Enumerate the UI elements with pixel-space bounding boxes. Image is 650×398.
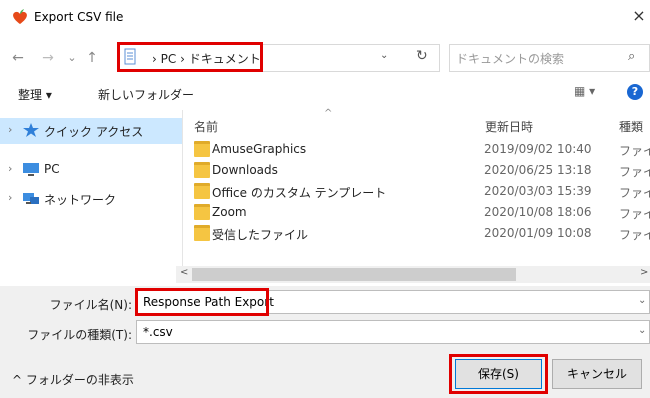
file-type: ファイル	[619, 186, 650, 200]
file-name: Zoom	[212, 205, 247, 219]
forward-button[interactable]: →	[40, 50, 56, 66]
file-name: AmuseGraphics	[212, 142, 307, 156]
sidebar-item-quick-access[interactable]: › クイック アクセス	[0, 118, 182, 144]
file-date: 2020/01/09 10:08	[484, 226, 592, 240]
file-row[interactable]: 受信したファイル 2020/01/09 10:08 ファイル	[188, 222, 650, 245]
column-header-type[interactable]: 種類	[619, 118, 650, 135]
sidebar-item-network[interactable]: › ネットワーク	[0, 186, 182, 212]
column-header-date[interactable]: 更新日時	[485, 118, 533, 135]
folder-icon	[194, 225, 210, 241]
file-row[interactable]: Zoom 2020/10/08 18:06 ファイル	[188, 201, 650, 224]
file-date: 2020/03/03 15:39	[484, 184, 592, 198]
chevron-right-icon[interactable]: ›	[8, 123, 12, 136]
sidebar-item-label: クイック アクセス	[44, 125, 144, 139]
organize-button[interactable]: 整理 ▾	[18, 86, 52, 103]
file-date: 2020/10/08 18:06	[484, 205, 592, 219]
file-name: Office のカスタム テンプレート	[212, 186, 387, 200]
folder-icon	[194, 141, 210, 157]
app-icon	[13, 9, 27, 24]
chevron-right-icon[interactable]: ›	[8, 191, 12, 204]
help-icon[interactable]: ?	[627, 84, 643, 100]
cancel-button[interactable]: キャンセル	[552, 359, 642, 389]
file-row[interactable]: Downloads 2020/06/25 13:18 ファイル	[188, 159, 650, 182]
file-date: 2019/09/02 10:40	[484, 142, 592, 156]
sidebar-item-pc[interactable]: › PC	[0, 157, 182, 183]
file-name: Downloads	[212, 163, 278, 177]
folder-icon	[194, 162, 210, 178]
file-date: 2020/06/25 13:18	[484, 163, 592, 177]
hide-folders-toggle[interactable]: ^ フォルダーの非表示	[12, 371, 134, 388]
recent-locations-button[interactable]: ⌄	[64, 50, 80, 66]
file-row[interactable]: AmuseGraphics 2019/09/02 10:40 ファイル	[188, 138, 650, 161]
scroll-left-icon[interactable]: <	[180, 267, 188, 278]
file-name: 受信したファイル	[212, 228, 309, 242]
file-type: ファイル	[619, 144, 650, 158]
folder-icon	[194, 204, 210, 220]
folder-icon	[194, 183, 210, 199]
filename-label: ファイル名(N):	[49, 298, 132, 312]
new-folder-button[interactable]: 新しいフォルダー	[98, 86, 194, 103]
window-title: Export CSV file	[34, 10, 124, 24]
network-icon	[23, 193, 39, 204]
sidebar-item-label: PC	[44, 162, 60, 176]
chevron-down-icon[interactable]: ⌄	[638, 325, 646, 336]
save-highlight-box	[449, 354, 548, 394]
pane-divider[interactable]	[182, 110, 183, 270]
star-icon	[23, 123, 39, 137]
file-type: ファイル	[619, 228, 650, 242]
scroll-right-icon[interactable]: >	[640, 267, 648, 278]
filetype-label: ファイルの種類(T):	[27, 328, 132, 342]
search-placeholder: ドキュメントの検索	[456, 52, 565, 66]
file-type: ファイル	[619, 165, 650, 179]
pc-icon	[23, 163, 39, 176]
address-dropdown-icon[interactable]: ⌄	[380, 50, 388, 61]
address-highlight-box	[117, 42, 263, 72]
back-button[interactable]: ←	[10, 50, 26, 66]
close-button[interactable]: ×	[630, 6, 648, 26]
search-icon[interactable]: ⌕	[628, 49, 635, 64]
sidebar-item-label: ネットワーク	[44, 193, 117, 207]
refresh-icon[interactable]: ↻	[416, 48, 428, 64]
chevron-right-icon[interactable]: ›	[8, 162, 12, 175]
file-type: ファイル	[619, 207, 650, 221]
scrollbar-thumb[interactable]	[192, 268, 516, 281]
sort-ascending-icon: ^	[324, 108, 333, 119]
filename-highlight-box	[135, 288, 269, 316]
filetype-value[interactable]: *.csv	[143, 325, 173, 339]
filetype-select[interactable]	[136, 320, 650, 344]
column-header-name[interactable]: 名前	[194, 118, 218, 135]
chevron-down-icon[interactable]: ⌄	[638, 295, 646, 306]
up-button[interactable]: ↑	[84, 50, 100, 66]
view-options-icon[interactable]: ▦ ▾	[574, 84, 595, 98]
file-row[interactable]: Office のカスタム テンプレート 2020/03/03 15:39 ファイ…	[188, 180, 650, 203]
